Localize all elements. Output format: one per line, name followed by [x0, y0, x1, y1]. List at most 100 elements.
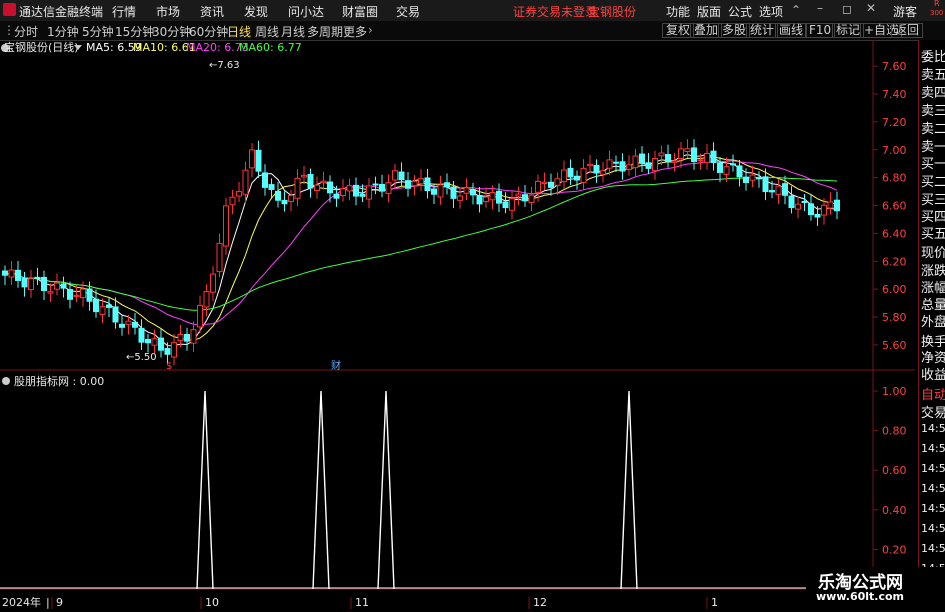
candlestick[interactable]: [483, 187, 489, 208]
candlestick[interactable]: [587, 155, 593, 174]
candlestick[interactable]: [502, 192, 509, 214]
quote-sell5[interactable]: 卖五: [921, 64, 945, 83]
candlestick[interactable]: [522, 184, 528, 207]
candlestick[interactable]: [795, 196, 801, 219]
collapse-icon[interactable]: ⌃: [791, 3, 801, 17]
candlestick[interactable]: [184, 327, 190, 351]
candlestick[interactable]: [619, 153, 626, 180]
tool-tongji[interactable]: 统计: [746, 23, 779, 38]
candlestick[interactable]: [210, 266, 216, 302]
candlestick[interactable]: [99, 298, 106, 324]
candlestick[interactable]: [132, 313, 138, 335]
more-chevron-icon[interactable]: ›: [368, 23, 373, 37]
trade-login-notice[interactable]: 证券交易未登录: [513, 3, 597, 20]
candlestick[interactable]: [405, 171, 411, 197]
period-more[interactable]: 更多: [343, 23, 367, 40]
candlestick[interactable]: [574, 170, 580, 190]
candlestick[interactable]: [281, 191, 288, 212]
menu-item-zixun[interactable]: 资讯: [200, 3, 224, 20]
candlestick[interactable]: [203, 284, 210, 317]
period-5min[interactable]: 5分钟: [82, 23, 114, 40]
period-1min[interactable]: 1分钟: [47, 23, 79, 40]
candlestick[interactable]: [327, 175, 333, 203]
candlestick[interactable]: [600, 162, 606, 183]
candlestick[interactable]: [561, 160, 567, 189]
candlestick[interactable]: [340, 178, 346, 202]
candlestick[interactable]: [190, 321, 197, 352]
quote-weibi[interactable]: 委比: [921, 46, 945, 65]
candlestick[interactable]: [320, 171, 327, 190]
tool-huaxian[interactable]: 画线: [775, 23, 808, 38]
candlestick[interactable]: [548, 173, 554, 196]
candlestick[interactable]: [392, 163, 398, 190]
menu-item-faxian[interactable]: 发现: [244, 3, 268, 20]
candlestick[interactable]: [255, 140, 262, 178]
candlestick[interactable]: [379, 174, 385, 198]
tool-f10[interactable]: F10: [805, 23, 836, 38]
candlestick[interactable]: [509, 190, 515, 220]
menu-item-shichang[interactable]: 市场: [156, 3, 180, 20]
candlestick[interactable]: [613, 155, 619, 172]
quote-sell2[interactable]: 卖二: [921, 118, 945, 137]
candlestick[interactable]: [678, 141, 684, 169]
candlestick[interactable]: [353, 177, 359, 206]
candlestick[interactable]: [736, 159, 743, 187]
candlestick[interactable]: [470, 182, 476, 205]
menu-item-gongshi[interactable]: 公式: [728, 3, 752, 20]
candlestick[interactable]: [606, 150, 613, 176]
candlestick[interactable]: [73, 285, 80, 303]
indicator-settings-icon[interactable]: [2, 377, 10, 385]
menu-item-xuanxiang[interactable]: 选项: [759, 3, 783, 20]
candlestick[interactable]: [15, 260, 21, 288]
candlestick[interactable]: [307, 168, 314, 198]
candlestick[interactable]: [294, 169, 301, 207]
candlestick[interactable]: [639, 146, 645, 172]
candlestick[interactable]: [138, 319, 145, 351]
candlestick[interactable]: [411, 174, 418, 196]
candlestick[interactable]: [567, 159, 574, 185]
candlestick[interactable]: [626, 155, 632, 176]
candlestick[interactable]: [41, 270, 47, 301]
candlestick[interactable]: [346, 178, 353, 201]
candlestick[interactable]: [808, 194, 814, 221]
candlestick[interactable]: [314, 176, 320, 199]
candlestick[interactable]: [366, 178, 372, 209]
menu-item-hangqing[interactable]: 行情: [112, 3, 136, 20]
candlestick[interactable]: [775, 179, 782, 204]
candlestick[interactable]: [463, 178, 470, 201]
candlestick[interactable]: [249, 143, 255, 178]
period-month[interactable]: 月线: [281, 23, 305, 40]
candlestick[interactable]: [21, 272, 28, 297]
candlestick[interactable]: [119, 315, 125, 336]
quote-buy2[interactable]: 买二: [921, 171, 945, 190]
candlestick[interactable]: [301, 165, 307, 185]
event-marker-s[interactable]: $: [166, 361, 172, 372]
candlestick[interactable]: [216, 233, 223, 278]
candlestick[interactable]: [8, 260, 15, 285]
candlestick[interactable]: [2, 265, 8, 285]
candlestick[interactable]: [756, 171, 762, 188]
candlestick[interactable]: [691, 139, 697, 170]
candlestick[interactable]: [593, 159, 600, 183]
candlestick[interactable]: [580, 159, 587, 191]
candlestick[interactable]: [424, 168, 431, 199]
candlestick[interactable]: [28, 269, 34, 298]
maximize-icon[interactable]: ◻: [842, 2, 852, 16]
candlestick[interactable]: [288, 189, 294, 212]
menu-item-wenxiaoda[interactable]: 问小达: [288, 3, 324, 20]
candlestick[interactable]: [457, 187, 463, 209]
candlestick[interactable]: [54, 273, 60, 296]
tab-trades[interactable]: 交易: [921, 402, 945, 421]
candlestick[interactable]: [106, 298, 112, 317]
candlestick[interactable]: [834, 191, 840, 220]
period-multi[interactable]: 多周期: [307, 23, 343, 40]
candlestick[interactable]: [730, 154, 736, 172]
period-day-active[interactable]: 日线: [227, 23, 251, 40]
menu-item-caifuquan[interactable]: 财富圈: [342, 3, 378, 20]
candlestick[interactable]: [496, 183, 502, 213]
candlestick[interactable]: [788, 186, 795, 214]
guest-label[interactable]: 游客: [893, 3, 917, 20]
candlestick[interactable]: [229, 189, 236, 215]
menu-item-jiaoyi[interactable]: 交易: [396, 3, 420, 20]
quote-sell4[interactable]: 卖四: [921, 82, 945, 101]
